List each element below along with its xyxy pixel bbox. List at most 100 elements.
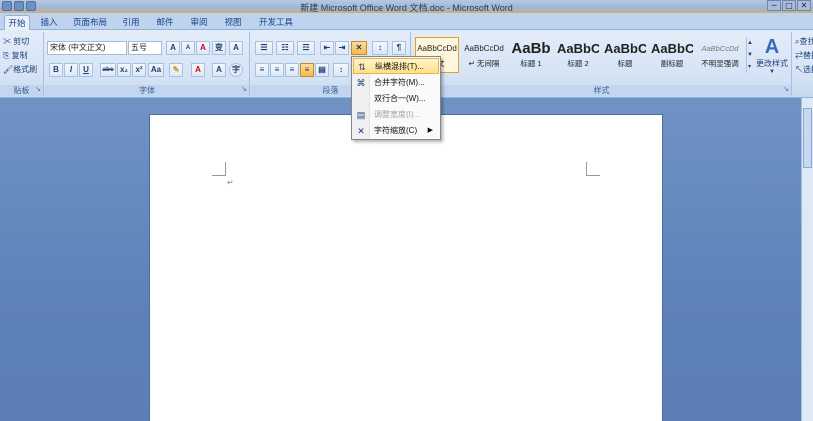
grow-font-button[interactable]: A [166, 41, 180, 55]
chevron-down-icon: ▼ [747, 52, 753, 58]
line-spacing-button[interactable]: ↕ [333, 63, 349, 77]
cursor-icon: ↖ [795, 65, 803, 74]
close-button[interactable]: ✕ [797, 0, 811, 11]
window-controls: ─ □ ✕ [767, 0, 811, 11]
menu-item-vertical-in-horizontal[interactable]: ⇅ 纵横混排(T)... [353, 58, 439, 74]
strikethrough-button[interactable]: abc [100, 63, 116, 77]
format-painter-button[interactable]: 🖌格式刷 [3, 64, 37, 75]
tab-home[interactable]: 开始 [4, 15, 30, 30]
scrollbar-thumb[interactable] [803, 108, 812, 168]
asian-layout-button[interactable]: ✕ [351, 41, 367, 55]
distribute-icon: ▤ [318, 65, 326, 74]
tab-review[interactable]: 审阅 [186, 15, 212, 30]
numbering-button[interactable]: ☷ [276, 41, 294, 55]
combine-chars-icon: ⌘ [356, 78, 366, 88]
styles-scroll[interactable]: ▲ ▼ ▾ [746, 37, 753, 73]
copy-button[interactable]: ⎘ 复制 [3, 50, 28, 61]
align-left-icon: ≡ [259, 65, 265, 74]
underline-button[interactable]: U [79, 63, 93, 77]
tab-mailings[interactable]: 邮件 [152, 15, 178, 30]
copy-label: 复制 [11, 51, 28, 60]
sort-button[interactable]: ↕ [372, 41, 388, 55]
style-no-spacing[interactable]: AaBbCcDd ↵ 无间隔 [462, 37, 506, 73]
phonetic-guide-button[interactable]: 变 [212, 41, 226, 55]
char-border-button[interactable]: A [229, 41, 243, 55]
dialog-launcher-icon[interactable]: ↘ [783, 84, 789, 95]
clipboard-label-text: 贴板 [13, 86, 30, 95]
more-icon: ▾ [747, 64, 751, 70]
subscript-button[interactable]: x₂ [117, 63, 131, 77]
style-name: 标题 2 [567, 59, 589, 68]
styles-label-text: 样式 [593, 86, 610, 95]
tab-developer[interactable]: 开发工具 [254, 15, 298, 30]
align-right-button[interactable]: ≡ [285, 63, 299, 77]
font-name-select[interactable]: 宋体 (中文正文) [47, 41, 127, 55]
two-lines-icon [355, 93, 367, 105]
indent-icon: ⇥ [338, 43, 346, 52]
superscript-button[interactable]: x² [132, 63, 146, 77]
style-name: 不明显强调 [701, 59, 739, 68]
increase-indent-button[interactable]: ⇥ [335, 41, 349, 55]
asian-layout-icon: ✕ [355, 43, 363, 52]
menu-item-label: 纵横混排(T)... [375, 62, 424, 71]
menu-item-combine-characters[interactable]: ⌘ 合并字符(M)... [353, 75, 439, 91]
distribute-button[interactable]: ▤ [315, 63, 329, 77]
tab-insert[interactable]: 插入 [36, 15, 62, 30]
menu-item-character-scaling[interactable]: ✕ 字符缩放(C) ▶ [353, 123, 439, 139]
tab-page-layout[interactable]: 页面布局 [70, 15, 110, 30]
italic-button[interactable]: I [64, 63, 78, 77]
highlighter-icon: ✎ [172, 65, 180, 74]
find-button[interactable]: ⌕查找 [795, 36, 813, 47]
style-subtle-emphasis[interactable]: AaBbCcDd 不明显强调 [697, 37, 743, 73]
style-name: 标题 [617, 59, 633, 68]
cut-label: 剪切 [13, 37, 30, 46]
maximize-button[interactable]: □ [782, 0, 796, 11]
minimize-button[interactable]: ─ [767, 0, 781, 11]
tab-view[interactable]: 视图 [220, 15, 246, 30]
paragraph-mark: ↵ [227, 178, 234, 187]
style-sample: AaBb [511, 40, 551, 57]
decrease-indent-button[interactable]: ⇤ [320, 41, 334, 55]
justify-button[interactable]: ≡ [300, 63, 314, 77]
style-title[interactable]: AaBbC 标题 [603, 37, 647, 73]
document-page[interactable]: ↵ [149, 114, 663, 421]
menu-item-label: 合并字符(M)... [374, 78, 425, 87]
menu-item-two-lines-in-one[interactable]: 双行合一(W)... [353, 91, 439, 107]
margin-corner-top-left [212, 162, 226, 176]
shrink-font-button[interactable]: A [181, 41, 195, 55]
change-case-button[interactable]: Aa [148, 63, 164, 77]
align-left-button[interactable]: ≡ [255, 63, 269, 77]
style-heading-1[interactable]: AaBb 标题 1 [509, 37, 553, 73]
multilevel-list-button[interactable]: ☲ [297, 41, 315, 55]
font-size-select[interactable]: 五号 [128, 41, 162, 55]
highlight-button[interactable]: ✎ [169, 63, 183, 77]
submenu-arrow-icon: ▶ [427, 127, 433, 134]
vertical-scrollbar[interactable] [801, 98, 813, 421]
font-label-text: 字体 [139, 86, 155, 95]
document-canvas: ↵ [0, 98, 813, 421]
bold-button[interactable]: B [49, 63, 63, 77]
style-sample: AaBbCcDd [417, 44, 457, 53]
cut-button[interactable]: ✂ 剪切 [3, 36, 29, 47]
style-subtitle[interactable]: AaBbC 副标题 [650, 37, 694, 73]
dialog-launcher-icon[interactable]: ↘ [35, 84, 41, 95]
clear-format-button[interactable]: A [196, 41, 210, 55]
char-shading-button[interactable]: A [212, 63, 226, 77]
align-center-button[interactable]: ≡ [270, 63, 284, 77]
tab-references[interactable]: 引用 [118, 15, 144, 30]
pilcrow-icon: ¶ [396, 43, 402, 52]
menu-item-adjust-width[interactable]: ▤ 调整宽度(I)... [353, 107, 439, 123]
font-color-button[interactable]: A [191, 63, 205, 77]
enclose-char-button[interactable]: 字 [229, 63, 243, 77]
replace-button[interactable]: ⇄替换 [795, 50, 813, 61]
select-button[interactable]: ↖选择 [795, 64, 813, 75]
show-marks-button[interactable]: ¶ [392, 41, 406, 55]
numbered-list-icon: ☷ [281, 43, 289, 52]
bullets-button[interactable]: ☰ [255, 41, 273, 55]
change-styles-button[interactable]: A 更改样式 ▼ [754, 36, 790, 75]
dialog-launcher-icon[interactable]: ↘ [241, 84, 247, 95]
multilevel-list-icon: ☲ [302, 43, 310, 52]
style-heading-2[interactable]: AaBbC 标题 2 [556, 37, 600, 73]
char-scale-icon: ✕ [357, 126, 365, 136]
line-spacing-icon: ↕ [339, 65, 343, 74]
